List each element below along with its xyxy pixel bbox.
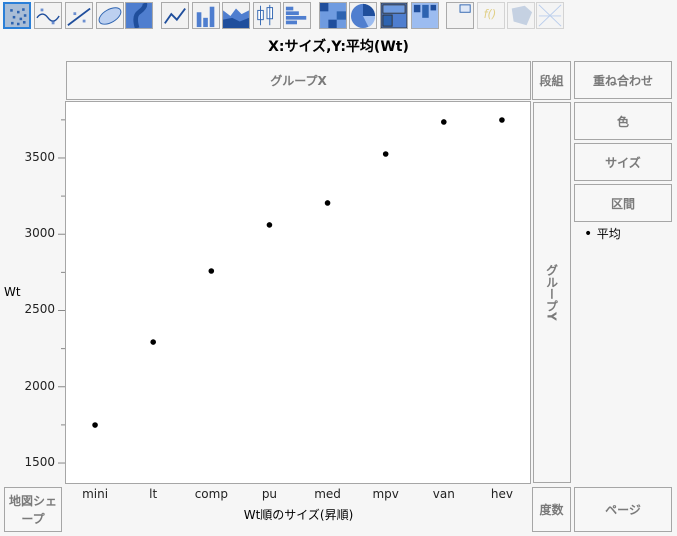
x-tick-label: van	[432, 487, 455, 501]
x-tick-label: med	[314, 487, 341, 501]
data-point-mpv[interactable]	[382, 151, 389, 157]
plot-frame[interactable]	[65, 101, 531, 484]
x-tick-label: mpv	[372, 487, 399, 501]
y-tick-label: 1500	[24, 455, 55, 470]
data-point-comp[interactable]	[208, 268, 215, 274]
x-tick-label: pu	[261, 487, 278, 501]
x-tick-label: comp	[194, 487, 228, 501]
y-tick-label: 2000	[24, 378, 55, 393]
x-tick-label: hev	[490, 487, 513, 501]
data-point-hev[interactable]	[499, 117, 505, 123]
data-point-med[interactable]	[324, 200, 331, 206]
x-tick-label: mini	[82, 487, 109, 501]
data-point-pu[interactable]	[266, 222, 273, 228]
y-axis-ticks	[58, 119, 65, 464]
plot-svg	[58, 101, 531, 484]
data-point-mini[interactable]	[92, 422, 98, 428]
data-point-lt[interactable]	[150, 339, 156, 345]
y-tick-label: 3500	[24, 149, 55, 164]
x-tick-label: lt	[149, 487, 158, 501]
y-tick-label: 2500	[24, 302, 55, 317]
data-point-van[interactable]	[441, 119, 447, 125]
y-tick-label: 3000	[24, 226, 55, 241]
